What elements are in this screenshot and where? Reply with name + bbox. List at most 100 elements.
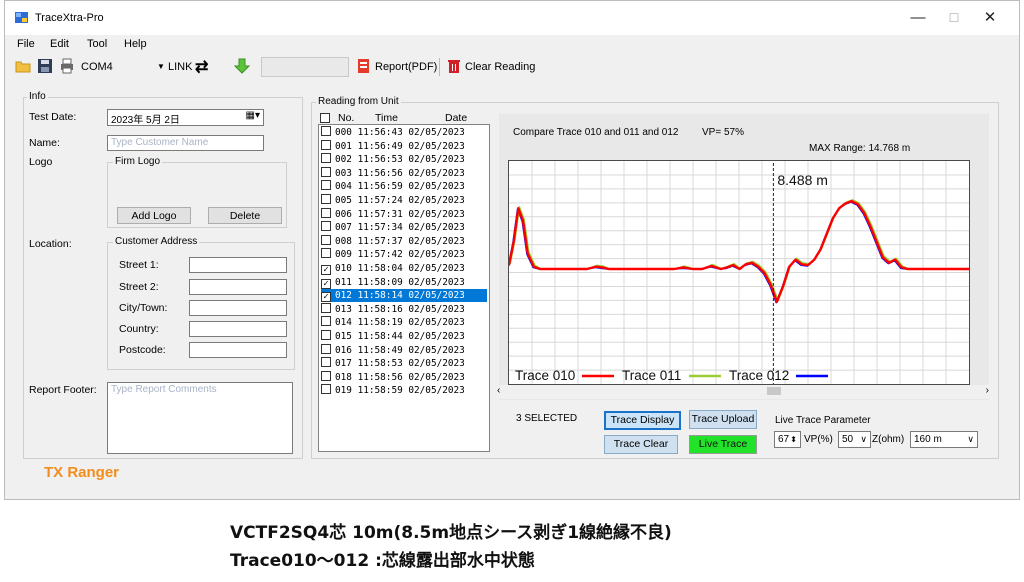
list-item[interactable]: 007 11:57:34 02/05/2023 — [321, 221, 487, 234]
list-header: No. Time Date — [318, 112, 490, 124]
row-checkbox[interactable] — [321, 153, 331, 164]
pdf-icon[interactable] — [356, 58, 372, 74]
menu-edit[interactable]: Edit — [50, 38, 69, 50]
list-item[interactable]: 019 11:58:59 02/05/2023 — [321, 384, 487, 397]
row-checkbox[interactable] — [321, 370, 331, 381]
stepper-icon[interactable]: ⬍ — [790, 432, 797, 447]
row-checkbox[interactable]: ✓ — [321, 278, 331, 289]
scroll-thumb[interactable] — [767, 387, 781, 395]
list-item[interactable]: 013 11:58:16 02/05/2023 — [321, 302, 487, 316]
list-item[interactable]: 018 11:58:56 02/05/2023 — [321, 370, 487, 384]
port-dropdown-icon[interactable]: ▼ — [157, 62, 165, 71]
row-text: 003 11:56:56 02/05/2023 — [335, 167, 465, 179]
row-checkbox[interactable] — [321, 248, 331, 259]
list-item[interactable]: 017 11:58:53 02/05/2023 — [321, 357, 487, 370]
street1-input[interactable] — [189, 257, 287, 273]
list-item[interactable]: 006 11:57:31 02/05/2023 — [321, 207, 487, 221]
calendar-icon[interactable]: ▦▾ — [246, 110, 260, 121]
port-select[interactable]: COM4 — [81, 61, 113, 73]
row-checkbox[interactable] — [321, 221, 331, 232]
test-date-picker[interactable]: 2023年 5月 2日 ▦▾ — [107, 109, 264, 126]
chevron-down-icon[interactable]: ∨ — [967, 432, 974, 447]
customer-name-input[interactable]: Type Customer Name — [107, 135, 264, 151]
z-select[interactable]: 50 ∨ — [838, 431, 871, 448]
list-item[interactable]: ✓ 012 11:58:14 02/05/2023 — [321, 289, 487, 303]
list-item[interactable]: 009 11:57:42 02/05/2023 — [321, 248, 487, 261]
row-checkbox[interactable]: ✓ — [321, 292, 331, 303]
trace-display-button[interactable]: Trace Display — [604, 411, 681, 430]
row-checkbox[interactable] — [321, 330, 331, 340]
list-item[interactable]: 000 11:56:43 02/05/2023 — [321, 126, 487, 139]
delete-logo-button[interactable]: Delete — [208, 207, 282, 224]
row-checkbox[interactable] — [321, 384, 331, 395]
live-trace-param-title: Live Trace Parameter — [775, 415, 871, 426]
open-folder-icon[interactable] — [15, 58, 31, 74]
row-text: 008 11:57:37 02/05/2023 — [335, 235, 465, 247]
trash-icon[interactable] — [446, 58, 462, 74]
legend-label: Trace 010 — [515, 368, 575, 383]
print-icon[interactable] — [59, 58, 75, 74]
menu-help[interactable]: Help — [124, 38, 147, 50]
list-item[interactable]: ✓ 011 11:58:09 02/05/2023 — [321, 276, 487, 289]
chart-horizontal-scrollbar[interactable]: ‹ › — [495, 385, 993, 399]
row-checkbox[interactable] — [321, 180, 331, 191]
link-label: LINK — [168, 61, 193, 73]
list-item[interactable]: 001 11:56:49 02/05/2023 — [321, 139, 487, 153]
list-item[interactable]: 002 11:56:53 02/05/2023 — [321, 153, 487, 166]
street2-input[interactable] — [189, 279, 287, 295]
caption-line-1: VCTF2SQ4芯 10m(8.5m地点シース剥ぎ1線絶縁不良) — [230, 523, 672, 543]
menu-tool[interactable]: Tool — [87, 38, 107, 50]
list-item[interactable]: 014 11:58:19 02/05/2023 — [321, 316, 487, 329]
country-input[interactable] — [189, 321, 287, 337]
row-checkbox[interactable] — [321, 126, 331, 136]
list-item[interactable]: 008 11:57:37 02/05/2023 — [321, 234, 487, 248]
live-trace-button[interactable]: Live Trace — [689, 435, 757, 454]
list-item[interactable]: 003 11:56:56 02/05/2023 — [321, 166, 487, 180]
chart-title: Compare Trace 010 and 011 and 012 — [513, 127, 679, 138]
row-checkbox[interactable] — [321, 234, 331, 245]
row-checkbox[interactable] — [321, 139, 331, 150]
report-pdf-button[interactable]: Report(PDF) — [375, 61, 437, 73]
trace-upload-button[interactable]: Trace Upload — [689, 410, 757, 429]
row-checkbox[interactable] — [321, 166, 331, 177]
close-button[interactable]: ✕ — [980, 9, 1000, 27]
row-checkbox[interactable] — [321, 357, 331, 368]
chevron-down-icon[interactable]: ∨ — [860, 432, 867, 447]
trace-list[interactable]: 000 11:56:43 02/05/2023 001 11:56:49 02/0… — [318, 124, 490, 452]
postcode-input[interactable] — [189, 342, 287, 358]
link-status-field — [261, 57, 349, 77]
save-icon[interactable] — [37, 58, 53, 74]
row-checkbox[interactable] — [321, 194, 331, 204]
download-arrow-icon[interactable] — [234, 58, 250, 74]
trace-chart[interactable]: 8.488 m Trace 010 Trace 011 Trace 012 — [508, 160, 970, 385]
list-item[interactable]: 016 11:58:49 02/05/2023 — [321, 343, 487, 357]
row-text: 009 11:57:42 02/05/2023 — [335, 249, 465, 261]
header-date: Date — [445, 112, 468, 124]
clear-reading-button[interactable]: Clear Reading — [465, 61, 535, 73]
list-item[interactable]: ✓ 010 11:58:04 02/05/2023 — [321, 262, 487, 275]
maximize-button[interactable]: ☐ — [944, 9, 964, 27]
select-all-checkbox[interactable] — [320, 113, 330, 123]
scroll-right-icon[interactable]: › — [986, 385, 989, 396]
city-input[interactable] — [189, 300, 287, 316]
vp-stepper[interactable]: 67 ⬍ — [774, 431, 801, 448]
row-checkbox[interactable]: ✓ — [321, 265, 331, 275]
add-logo-button[interactable]: Add Logo — [117, 207, 191, 224]
row-text: 011 11:58:09 02/05/2023 — [335, 276, 465, 288]
row-checkbox[interactable] — [321, 316, 331, 327]
menu-file[interactable]: File — [17, 38, 35, 50]
row-text: 015 11:58:44 02/05/2023 — [335, 331, 465, 342]
list-item[interactable]: 015 11:58:44 02/05/2023 — [321, 330, 487, 343]
link-arrows-icon[interactable]: ⇄ — [195, 57, 208, 77]
range-select[interactable]: 160 m ∨ — [910, 431, 978, 448]
list-item[interactable]: 005 11:57:24 02/05/2023 — [321, 194, 487, 207]
row-checkbox[interactable] — [321, 343, 331, 354]
row-checkbox[interactable] — [321, 207, 331, 218]
scroll-left-icon[interactable]: ‹ — [497, 385, 500, 396]
list-item[interactable]: 004 11:56:59 02/05/2023 — [321, 180, 487, 193]
report-footer-input[interactable]: Type Report Comments — [107, 382, 293, 454]
row-checkbox[interactable] — [321, 302, 331, 313]
trace-clear-button[interactable]: Trace Clear — [604, 435, 678, 454]
minimize-button[interactable]: — — [908, 9, 928, 27]
legend-label: Trace 012 — [729, 368, 789, 383]
